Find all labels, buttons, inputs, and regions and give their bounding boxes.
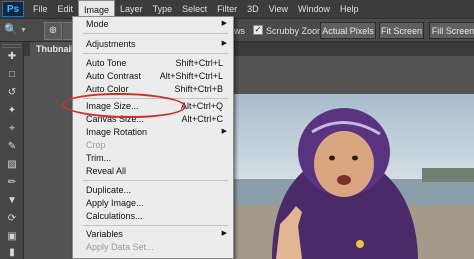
menu-item-shortcut: Alt+Ctrl+C	[181, 114, 223, 124]
menu-help[interactable]: Help	[335, 0, 364, 18]
move-tool-icon[interactable]: ✚	[4, 50, 20, 64]
history-brush-tool-icon[interactable]: ⟳	[4, 212, 20, 226]
menu-file[interactable]: File	[28, 0, 53, 18]
menu-divider	[83, 33, 228, 34]
menu-item-trim[interactable]: Trim...	[73, 152, 233, 164]
menu-item-label: Adjustments	[86, 39, 136, 49]
brush-tool-icon[interactable]: ✏	[4, 176, 20, 190]
menu-item-label: Auto Contrast	[86, 71, 142, 81]
menu-item-mode[interactable]: Mode ▶	[73, 18, 233, 30]
menu-item-shortcut: Alt+Shift+Ctrl+L	[159, 71, 223, 81]
menu-window[interactable]: Window	[293, 0, 335, 18]
submenu-arrow-icon: ▶	[221, 20, 227, 27]
gradient-tool-icon[interactable]: ▮	[4, 246, 20, 259]
eyedropper-tool-icon[interactable]: ✎	[4, 140, 20, 154]
submenu-arrow-icon: ▶	[221, 230, 227, 237]
menu-item-label: Duplicate...	[86, 185, 132, 195]
clone-stamp-tool-icon[interactable]: ▼	[4, 194, 20, 208]
zoom-in-icon[interactable]: ⊕	[44, 22, 62, 40]
menu-item-label: Trim...	[86, 153, 112, 163]
menu-item-image-rotation[interactable]: Image Rotation ▶	[73, 126, 233, 138]
actual-pixels-button[interactable]: Actual Pixels	[320, 22, 376, 39]
menu-item-reveal-all[interactable]: Reveal All	[73, 165, 233, 177]
menu-divider	[83, 53, 228, 54]
eraser-tool-icon[interactable]: ▣	[4, 230, 20, 244]
marquee-tool-icon[interactable]: □	[4, 68, 20, 82]
menu-item-shortcut: Alt+Ctrl+Q	[180, 101, 223, 111]
tools-panel: ✚ □ ↺ ✦ ⌖ ✎ ▨ ✏ ▼ ⟳ ▣ ▮	[0, 42, 24, 259]
crop-tool-icon[interactable]: ⌖	[4, 122, 20, 136]
panel-grip[interactable]	[2, 44, 21, 48]
menu-item-label: Apply Image...	[86, 198, 144, 208]
image-menu-dropdown: Mode ▶ Adjustments ▶ Auto Tone Shift+Ctr…	[72, 16, 234, 259]
menu-item-apply-data-set: Apply Data Set...	[73, 241, 233, 253]
menu-view[interactable]: View	[264, 0, 293, 18]
photoshop-logo: Ps	[2, 1, 24, 17]
menu-divider	[83, 225, 228, 226]
menu-item-auto-contrast[interactable]: Auto Contrast Alt+Shift+Ctrl+L	[73, 70, 233, 82]
menu-item-variables[interactable]: Variables ▶	[73, 228, 233, 240]
menu-3d[interactable]: 3D	[242, 0, 264, 18]
menu-divider	[83, 180, 228, 181]
menu-item-shortcut: Shift+Ctrl+B	[174, 84, 223, 94]
healing-brush-tool-icon[interactable]: ▨	[4, 158, 20, 172]
quick-select-tool-icon[interactable]: ✦	[4, 104, 20, 118]
dress-flower	[356, 240, 364, 248]
submenu-arrow-icon: ▶	[221, 40, 227, 47]
left-eye	[329, 155, 335, 161]
menu-item-label: Apply Data Set...	[86, 242, 154, 252]
distant-hills	[422, 168, 474, 182]
menu-item-calculations[interactable]: Calculations...	[73, 210, 233, 222]
menu-item-adjustments[interactable]: Adjustments ▶	[73, 38, 233, 50]
options-label-fragment: ws	[234, 26, 245, 36]
menu-item-label: Auto Tone	[86, 58, 127, 68]
menu-item-label: Mode	[86, 19, 109, 29]
submenu-arrow-icon: ▶	[221, 128, 227, 135]
menu-item-shortcut: Shift+Ctrl+L	[175, 58, 223, 68]
menu-item-crop: Crop	[73, 139, 233, 151]
menu-item-label: Image Rotation	[86, 127, 148, 137]
fill-screen-button[interactable]: Fill Screen	[429, 22, 474, 39]
scrubby-zoom-checkbox[interactable]: ✓	[253, 25, 263, 35]
lasso-tool-icon[interactable]: ↺	[4, 86, 20, 100]
mouth	[337, 175, 351, 185]
menu-item-label: Calculations...	[86, 211, 143, 221]
menu-item-apply-image[interactable]: Apply Image...	[73, 197, 233, 209]
document-photo	[232, 94, 474, 259]
scrubby-zoom-label: Scrubby Zoom	[266, 26, 325, 36]
photo-content	[232, 108, 474, 259]
fit-screen-button[interactable]: Fit Screen	[379, 22, 424, 39]
chevron-down-icon[interactable]: ▼	[20, 27, 27, 34]
menu-item-label: Crop	[86, 140, 106, 150]
zoom-tool-icon[interactable]: 🔍	[4, 23, 20, 39]
menu-item-label: Variables	[86, 229, 123, 239]
menu-item-duplicate[interactable]: Duplicate...	[73, 184, 233, 196]
menu-item-auto-tone[interactable]: Auto Tone Shift+Ctrl+L	[73, 57, 233, 69]
menu-item-label: Reveal All	[86, 166, 127, 176]
right-eye	[352, 155, 358, 161]
face	[314, 131, 374, 197]
